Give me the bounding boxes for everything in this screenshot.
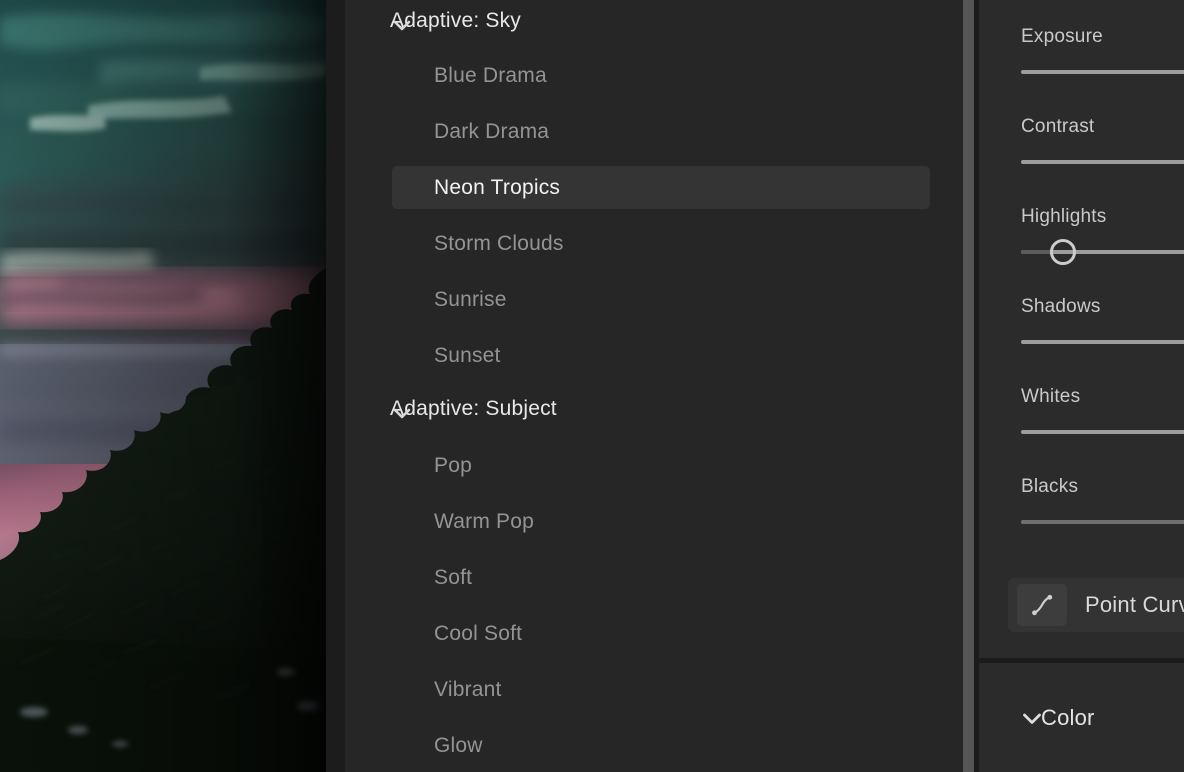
preset-item-label: Cool Soft: [434, 622, 522, 646]
slider-label: Exposure: [1021, 26, 1103, 48]
preset-item-label: Dark Drama: [434, 120, 549, 144]
presets-scrollbar[interactable]: [963, 0, 974, 772]
presets-panel: Adaptive: Sky Blue Drama Dark Drama Neon…: [345, 0, 965, 772]
s-curve-icon: [1017, 584, 1067, 626]
preset-item-label: Storm Clouds: [434, 232, 564, 256]
photo-editor-window: Adaptive: Sky Blue Drama Dark Drama Neon…: [0, 0, 1184, 772]
light-section: Exposure Contrast Highlights: [979, 0, 1184, 658]
preset-item-label: Pop: [434, 454, 472, 478]
preset-item-sunrise[interactable]: Sunrise: [392, 278, 930, 321]
preset-item-label: Warm Pop: [434, 510, 534, 534]
preset-group-title: Adaptive: Subject: [390, 397, 557, 421]
color-section-title: Color: [1041, 705, 1095, 731]
panel-gap-left: [326, 0, 345, 772]
slider-label: Blacks: [1021, 476, 1078, 498]
slider-track[interactable]: [1021, 332, 1184, 352]
slider-track-base: [1021, 520, 1184, 524]
slider-track-base: [1021, 430, 1184, 434]
preset-item-label: Neon Tropics: [434, 176, 560, 200]
point-curve-label: Point Curve: [1085, 592, 1184, 618]
chevron-down-icon[interactable]: [391, 402, 413, 424]
photo-image: [0, 0, 326, 772]
preset-item-blue-drama[interactable]: Blue Drama: [392, 54, 930, 97]
slider-track-filled: [1021, 250, 1051, 254]
color-section: Color: [979, 663, 1184, 772]
color-section-header[interactable]: Color: [979, 700, 1184, 736]
slider-track[interactable]: [1021, 242, 1184, 262]
preset-item-label: Vibrant: [434, 678, 502, 702]
slider-label: Whites: [1021, 386, 1080, 408]
chevron-down-icon[interactable]: [1021, 707, 1043, 729]
preset-item-storm-clouds[interactable]: Storm Clouds: [392, 222, 930, 265]
preset-item-label: Glow: [434, 734, 483, 758]
preset-item-cool-soft[interactable]: Cool Soft: [392, 612, 930, 655]
preset-item-vibrant[interactable]: Vibrant: [392, 668, 930, 711]
preset-item-dark-drama[interactable]: Dark Drama: [392, 110, 930, 153]
slider-track-base: [1021, 340, 1184, 344]
slider-label: Highlights: [1021, 206, 1106, 228]
preset-item-warm-pop[interactable]: Warm Pop: [392, 500, 930, 543]
slider-label: Shadows: [1021, 296, 1101, 318]
edit-panel: Exposure Contrast Highlights: [979, 0, 1184, 772]
slider-label: Contrast: [1021, 116, 1094, 138]
slider-track[interactable]: [1021, 62, 1184, 82]
slider-handle-highlights[interactable]: [1050, 239, 1076, 265]
slider-track-base: [1021, 70, 1184, 74]
preset-group-header-adaptive-sky[interactable]: Adaptive: Sky: [345, 4, 965, 38]
preset-item-sunset[interactable]: Sunset: [392, 334, 930, 377]
slider-track[interactable]: [1021, 512, 1184, 532]
preset-item-glow[interactable]: Glow: [392, 724, 930, 767]
photo-preview[interactable]: [0, 0, 326, 772]
preset-item-soft[interactable]: Soft: [392, 556, 930, 599]
point-curve-button[interactable]: Point Curve: [1008, 578, 1184, 632]
preset-item-neon-tropics[interactable]: Neon Tropics: [392, 166, 930, 209]
chevron-down-icon[interactable]: [391, 14, 413, 36]
slider-track[interactable]: [1021, 152, 1184, 172]
preset-group-header-adaptive-subject[interactable]: Adaptive: Subject: [345, 392, 965, 426]
slider-track-base: [1021, 160, 1184, 164]
slider-track[interactable]: [1021, 422, 1184, 442]
preset-item-label: Sunrise: [434, 288, 507, 312]
preset-item-label: Soft: [434, 566, 472, 590]
preset-item-label: Blue Drama: [434, 64, 547, 88]
preset-item-label: Sunset: [434, 344, 501, 368]
preset-item-pop[interactable]: Pop: [392, 444, 930, 487]
